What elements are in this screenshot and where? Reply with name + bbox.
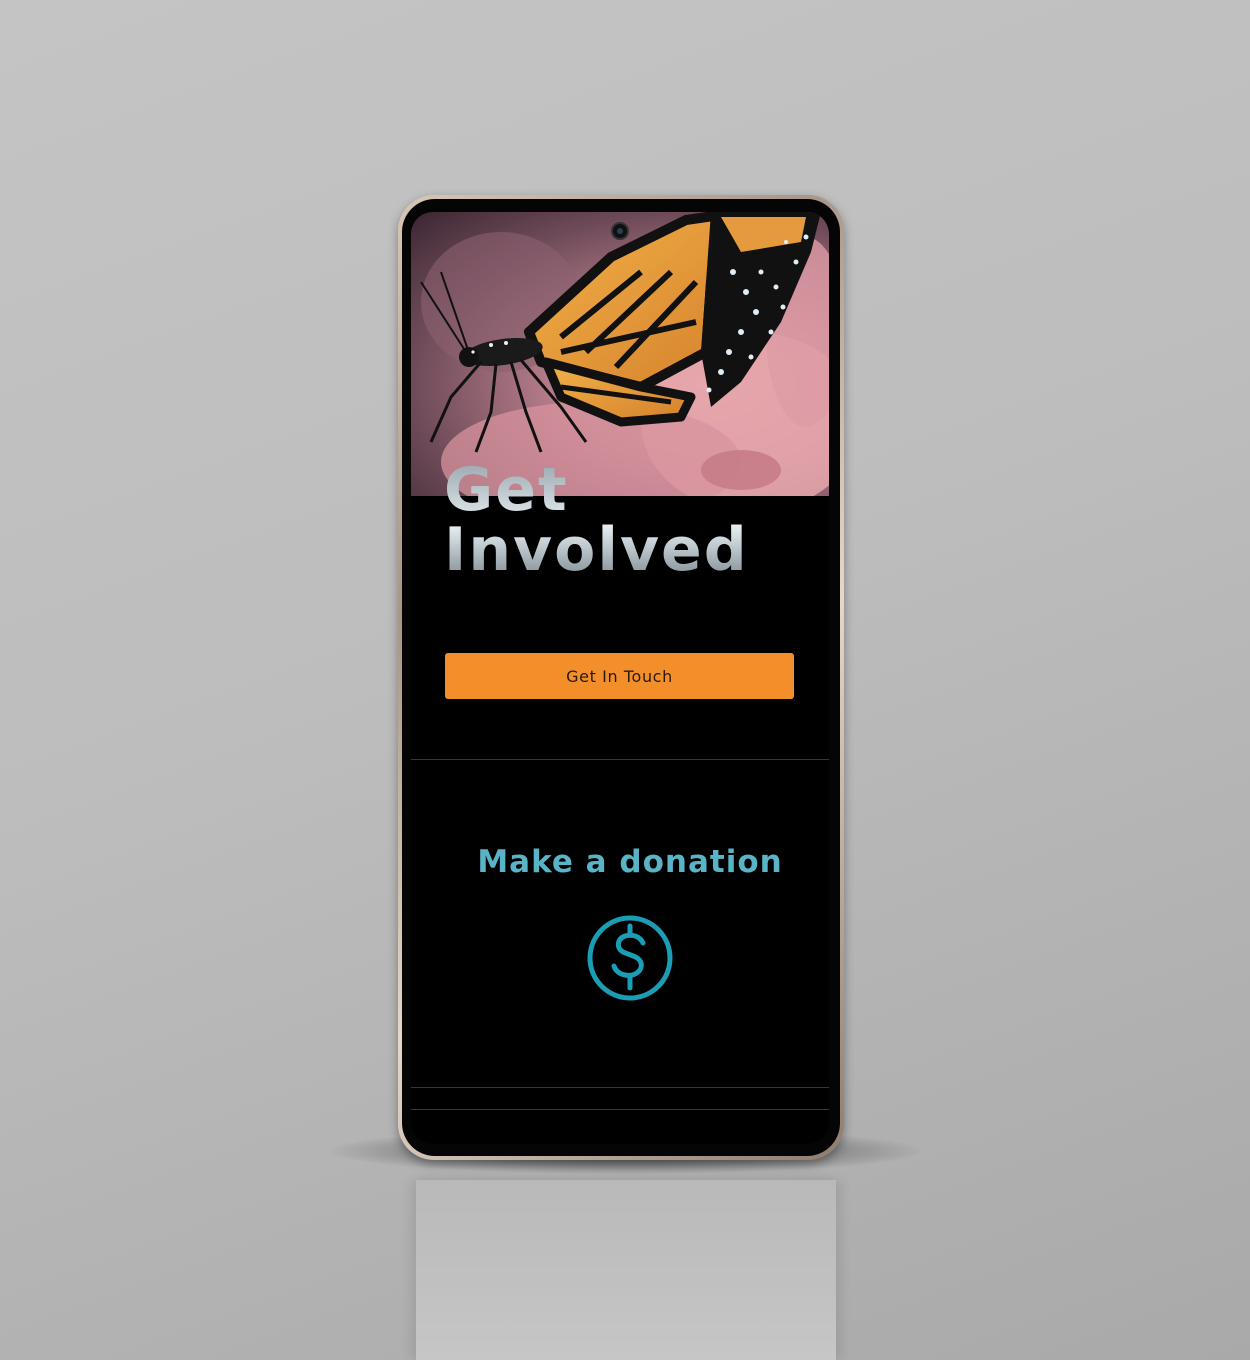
display-pedestal bbox=[416, 1180, 836, 1360]
headline-line-1: Get bbox=[444, 455, 569, 525]
page-title: Get Involved bbox=[444, 460, 749, 580]
section-divider bbox=[411, 1087, 829, 1088]
section-divider bbox=[411, 759, 829, 760]
hero-image-butterfly bbox=[411, 212, 829, 496]
phone-screen: Get Involved Get In Touch Make a donatio… bbox=[411, 212, 829, 1144]
phone-bezel: Get Involved Get In Touch Make a donatio… bbox=[402, 199, 840, 1156]
phone-mockup: Get Involved Get In Touch Make a donatio… bbox=[398, 195, 844, 1160]
dollar-circle-icon[interactable] bbox=[584, 912, 676, 1004]
donation-title[interactable]: Make a donation bbox=[411, 844, 829, 880]
butterfly-photo bbox=[420, 212, 829, 496]
front-camera bbox=[611, 222, 629, 240]
section-divider bbox=[411, 1109, 829, 1110]
headline-line-2: Involved bbox=[444, 515, 749, 585]
get-in-touch-button[interactable]: Get In Touch bbox=[445, 653, 794, 699]
